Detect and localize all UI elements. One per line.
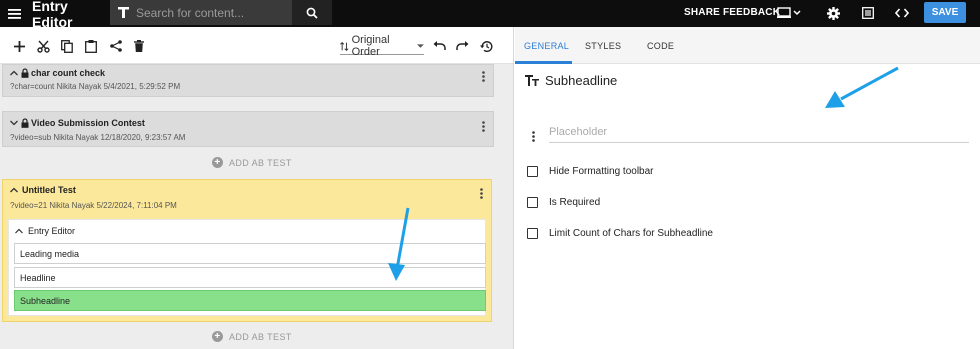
search-input[interactable]: Search for content... [136,6,292,20]
editor-toolbar: Original Order [0,27,513,64]
checkbox-icon[interactable] [527,166,538,177]
tab-general[interactable]: GENERAL [524,41,569,51]
sort-order-select[interactable]: Original Order [340,34,424,58]
sort-order-label: Original Order [351,34,390,58]
entry-editor-label: Entry Editor [28,226,76,236]
chevron-up-icon[interactable] [15,228,23,234]
entry-meta: ?video=sub Nikita Nayak 12/18/2020, 9:23… [10,133,186,142]
search-bar[interactable]: Search for content... [110,0,332,25]
annotation-arrow [825,66,899,108]
checkbox-icon[interactable] [527,197,538,208]
add-icon[interactable] [11,38,27,54]
component-heading: Subheadline [525,73,617,88]
placeholder-input[interactable]: Placeholder [549,126,969,143]
entry-editor-panel: Entry Editor Leading media Headline Subh… [8,219,486,316]
entry-title: Video Submission Contest [31,118,145,128]
sort-icon [340,41,349,51]
entry-card[interactable]: char count check ?char=count Nikita Naya… [2,64,494,97]
top-bar: Entry Editor Search for content... SHARE… [0,0,980,30]
copy-icon[interactable] [59,38,75,54]
field-leading-media[interactable]: Leading media [14,243,486,264]
field-subheadline[interactable]: Subheadline [14,290,486,311]
chevron-up-icon[interactable] [10,187,18,193]
save-button[interactable]: SAVE [924,2,966,23]
tab-code[interactable]: CODE [647,41,674,51]
component-title: Subheadline [545,73,618,88]
list-view-icon[interactable] [861,4,875,22]
paste-icon[interactable] [83,38,99,54]
app-title: Entry Editor [32,0,73,30]
add-ab-test-label: ADD AB TEST [229,331,292,342]
drag-handle-icon[interactable] [532,129,535,147]
panel-tabs: GENERAL STYLES CODE [515,27,980,64]
checkbox-icon[interactable] [527,228,538,239]
add-ab-test-label: ADD AB TEST [229,157,292,168]
redo-icon[interactable] [454,38,470,54]
lock-icon [21,118,29,128]
history-icon[interactable] [478,38,494,54]
checkbox-hide-formatting-toolbar[interactable]: Hide Formatting toolbar [527,166,654,177]
entry-card[interactable]: Video Submission Contest ?video=sub Niki… [2,111,494,147]
cut-icon[interactable] [35,38,51,54]
gear-icon[interactable] [826,4,840,22]
entry-card-active[interactable]: Untitled Test ?video=21 Nikita Nayak 5/2… [2,179,492,322]
delete-icon[interactable] [131,38,147,54]
checkbox-limit-char-count[interactable]: Limit Count of Chars for Subheadline [527,228,713,239]
share-icon[interactable] [108,38,124,54]
text-type-icon [110,7,136,18]
properties-panel: GENERAL STYLES CODE Subheadline Placehol… [515,27,980,349]
field-headline[interactable]: Headline [14,267,486,288]
checkbox-label: Hide Formatting toolbar [549,166,654,177]
checkbox-label: Is Required [549,197,601,208]
add-ab-test-button[interactable]: + ADD AB TEST [212,331,292,342]
menu-icon[interactable] [0,0,28,27]
entry-meta: ?video=21 Nikita Nayak 5/22/2024, 7:11:0… [10,201,177,210]
chevron-down-icon[interactable] [10,120,18,126]
entry-title: char count check [31,68,106,78]
active-tab-indicator [515,61,572,64]
more-vert-icon[interactable] [480,186,483,204]
share-feedback-button[interactable]: SHARE FEEDBACK [684,7,780,18]
add-ab-test-button[interactable]: + ADD AB TEST [212,157,292,168]
search-icon[interactable] [292,0,332,25]
undo-icon[interactable] [431,38,447,54]
chevron-down-icon [417,43,424,48]
device-preview-icon[interactable] [776,4,802,22]
entry-title: Untitled Test [22,185,76,195]
code-icon[interactable] [894,4,910,22]
checkbox-is-required[interactable]: Is Required [527,197,600,208]
more-vert-icon[interactable] [482,69,485,87]
lock-icon [21,68,29,78]
tab-styles[interactable]: STYLES [585,41,621,51]
add-circle-icon: + [212,331,223,342]
checkbox-label: Limit Count of Chars for Subheadline [549,228,713,239]
add-circle-icon: + [212,157,223,168]
more-vert-icon[interactable] [482,119,485,137]
entry-meta: ?char=count Nikita Nayak 5/4/2021, 5:29:… [10,82,181,91]
chevron-up-icon[interactable] [10,70,18,76]
entries-panel: Original Order char count check ?char=co… [0,27,514,349]
text-fields-icon [525,75,539,86]
